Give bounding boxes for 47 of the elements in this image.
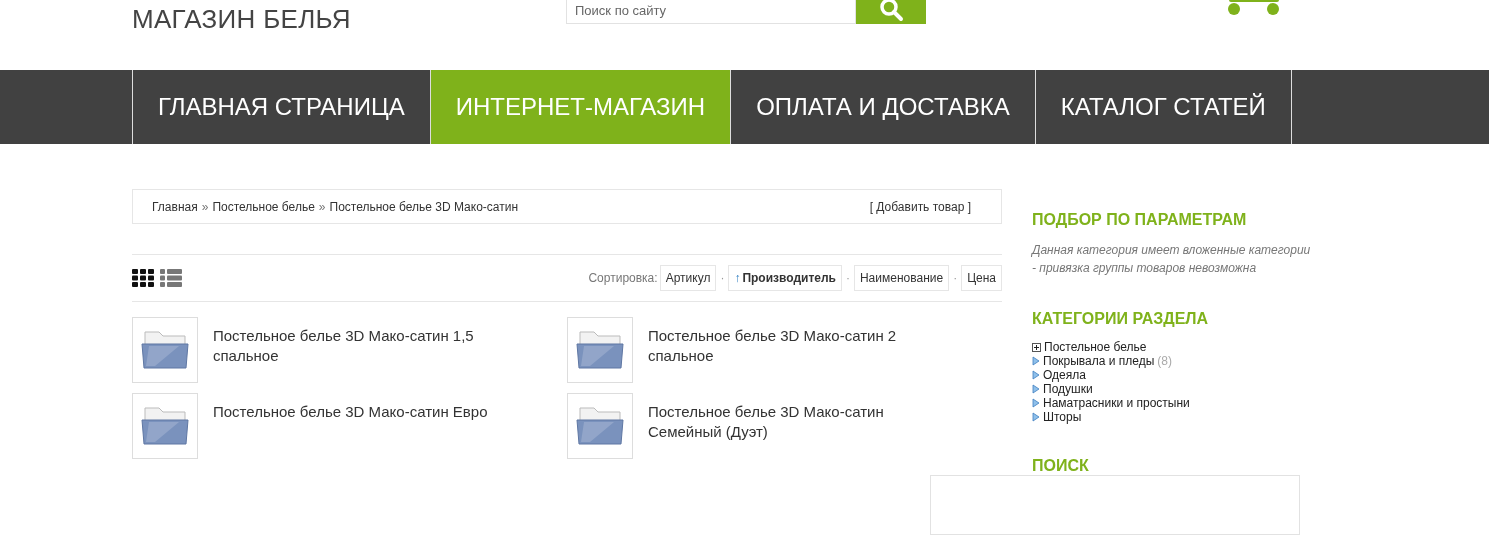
site-logo[interactable]: МАГАЗИН БЕЛЬЯ — [132, 4, 566, 70]
category-link[interactable]: Постельное белье 3D Мако-сатин 1,5 спальное — [213, 326, 513, 383]
search-icon — [878, 0, 904, 22]
category-link[interactable]: Постельное белье — [1044, 340, 1147, 354]
sort-option[interactable]: ↑ Производитель — [728, 265, 842, 291]
sort-separator: · — [720, 271, 725, 285]
sort-option[interactable]: Наименование — [853, 265, 950, 291]
category-thumbnail[interactable] — [132, 393, 198, 459]
nav-tab[interactable]: КАТАЛОГ СТАТЕЙ — [1035, 70, 1292, 144]
category-thumbnail[interactable] — [132, 317, 198, 383]
sort-separator: · — [845, 271, 850, 285]
sort-separator: · — [953, 271, 958, 285]
sort-label: Сортировка: — [588, 271, 658, 285]
breadcrumb-link[interactable]: Постельное белье 3D Мако-сатин — [329, 199, 519, 214]
folder-icon — [576, 330, 624, 370]
category-thumbnail[interactable] — [567, 317, 633, 383]
nav-tab[interactable]: ОПЛАТА И ДОСТАВКА — [731, 70, 1036, 144]
item-count: (8) — [1157, 354, 1173, 368]
cart-icon[interactable] — [1228, 0, 1282, 17]
plus-icon[interactable] — [1032, 342, 1041, 352]
category-link[interactable]: Подушки — [1043, 382, 1093, 396]
nav-tab[interactable]: ГЛАВНАЯ СТРАНИЦА — [133, 70, 431, 144]
category-link[interactable]: Шторы — [1043, 410, 1082, 424]
category-link[interactable]: Наматрасники и простыни — [1043, 396, 1190, 410]
category-link[interactable]: Покрывала и пледы — [1043, 354, 1155, 368]
search-field[interactable]: Поиск по сайту — [566, 0, 856, 24]
breadcrumb-link[interactable]: Постельное белье — [212, 199, 315, 214]
category-link[interactable]: Одеяла — [1043, 368, 1086, 382]
filter-note: Данная категория имеет вложенные категории - привязка группы товаров невозможна — [1032, 242, 1312, 277]
breadcrumb-separator: » — [318, 199, 326, 214]
breadcrumb-link[interactable]: Главная — [152, 199, 198, 214]
filter-heading: ПОДБОР ПО ПАРАМЕТРАМ — [1032, 211, 1248, 229]
folder-icon — [576, 406, 624, 446]
category-link[interactable]: Постельное белье 3D Мако-сатин 2 спальное — [648, 326, 948, 383]
grid-view-icon[interactable] — [132, 269, 154, 287]
categories-heading: КАТЕГОРИИ РАЗДЕЛА — [1032, 310, 1210, 328]
sort-option[interactable]: Цена — [961, 265, 1002, 291]
search-heading: ПОИСК — [1032, 457, 1090, 475]
breadcrumb-separator: » — [201, 199, 209, 214]
sort-option[interactable]: Артикул — [659, 265, 717, 291]
list-view-icon[interactable] — [160, 269, 182, 287]
category-thumbnail[interactable] — [567, 393, 633, 459]
category-link[interactable]: Постельное белье 3D Мако-сатин Евро — [213, 402, 513, 459]
folder-icon — [141, 406, 189, 446]
add-product-link[interactable]: [ Добавить товар ] — [869, 199, 971, 214]
folder-icon — [141, 330, 189, 370]
category-link[interactable]: Постельное белье 3D Мако-сатин Семейный (Дуэт) — [648, 402, 948, 459]
